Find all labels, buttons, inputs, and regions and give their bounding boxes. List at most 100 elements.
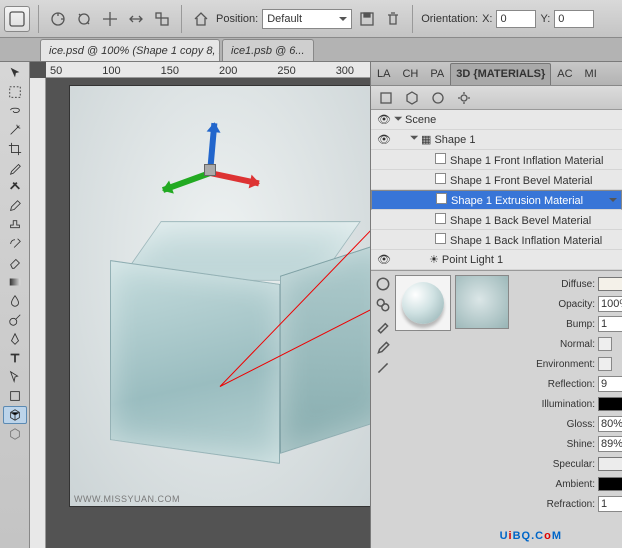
doc-tab-1[interactable]: ice.psd @ 100% (Shape 1 copy 8, RGB/8) *…: [40, 39, 220, 61]
shape-tool[interactable]: [3, 387, 27, 405]
material-preview[interactable]: [395, 275, 451, 331]
document-tabs: ice.psd @ 100% (Shape 1 copy 8, RGB/8) *…: [0, 38, 622, 62]
diffuse-swatch[interactable]: [598, 277, 622, 291]
refraction-label: Refraction:: [517, 499, 595, 510]
brush-tool[interactable]: [3, 197, 27, 215]
orientation-label: Orientation:: [421, 13, 478, 25]
reflection-field[interactable]: 9: [598, 376, 622, 392]
object-rotate-icon[interactable]: [47, 8, 69, 30]
panel-tab-mini[interactable]: MI: [579, 63, 603, 85]
scene-front-bevel[interactable]: Shape 1 Front Bevel Material: [371, 170, 622, 190]
filter-mesh-icon[interactable]: [401, 87, 423, 109]
texture-thumb[interactable]: [455, 275, 509, 329]
ambient-label: Ambient:: [517, 479, 595, 490]
orientation-x-field[interactable]: 0: [496, 10, 536, 28]
eyedropper-tool[interactable]: [3, 159, 27, 177]
sphere-icon[interactable]: [373, 275, 393, 293]
panel-toolbar: [371, 86, 622, 110]
bump-label: Bump:: [517, 319, 595, 330]
delete-preset-icon[interactable]: [382, 8, 404, 30]
scene-front-inflation[interactable]: Shape 1 Front Inflation Material: [371, 150, 622, 170]
canvas[interactable]: WWW.MISSYUAN.COM: [46, 78, 370, 548]
ruler-horizontal: 50100150200250300350400450500: [46, 62, 370, 78]
object-scale-icon[interactable]: [151, 8, 173, 30]
opacity-label: Opacity:: [517, 299, 595, 310]
dodge-tool[interactable]: [3, 311, 27, 329]
stamp-tool[interactable]: [3, 216, 27, 234]
eye-icon[interactable]: 👁: [373, 133, 395, 146]
normal-menu[interactable]: [598, 337, 612, 351]
document[interactable]: WWW.MISSYUAN.COM: [70, 86, 370, 506]
panel-tab-actions[interactable]: AC: [551, 63, 578, 85]
save-preset-icon[interactable]: [356, 8, 378, 30]
scene-back-bevel[interactable]: Shape 1 Back Bevel Material: [371, 210, 622, 230]
site-logo: UiBQ.CoM: [500, 523, 562, 544]
watermark-text: WWW.MISSYUAN.COM: [74, 494, 180, 504]
app-home-button[interactable]: [4, 6, 30, 32]
lasso-tool[interactable]: [3, 102, 27, 120]
gizmo-x-axis[interactable]: [209, 170, 259, 186]
panel-tab-layers[interactable]: LA: [371, 63, 396, 85]
move-tool[interactable]: [3, 64, 27, 82]
filter-scene-icon[interactable]: [375, 87, 397, 109]
gloss-field[interactable]: 80%: [598, 416, 622, 432]
object-roll-icon[interactable]: [73, 8, 95, 30]
illumination-swatch[interactable]: [598, 397, 622, 411]
crop-tool[interactable]: [3, 140, 27, 158]
object-pan-icon[interactable]: [99, 8, 121, 30]
filter-material-icon[interactable]: [427, 87, 449, 109]
wand2-icon[interactable]: [373, 359, 393, 377]
toolbox: [0, 62, 30, 548]
pen-tool[interactable]: [3, 330, 27, 348]
wand-tool[interactable]: [3, 121, 27, 139]
specular-swatch[interactable]: [598, 457, 622, 471]
paint-icon[interactable]: [373, 317, 393, 335]
eraser-tool[interactable]: [3, 254, 27, 272]
options-bar: Position: Default Orientation: X: 0 Y: 0: [0, 0, 622, 38]
panel-tab-3d-materials[interactable]: 3D {MATERIALS}: [450, 63, 551, 85]
position-label: Position:: [216, 13, 258, 25]
material-properties: Diffuse: Opacity:100%▸ Bump:1▸ Normal: E…: [371, 271, 622, 548]
orientation-y-field[interactable]: 0: [554, 10, 594, 28]
scene-shape1[interactable]: 👁 ▦ Shape 1: [371, 130, 622, 150]
heal-tool[interactable]: [3, 178, 27, 196]
panels: LA CH PA 3D {MATERIALS} AC MI 👁 Scene 👁 …: [370, 62, 622, 548]
bump-field[interactable]: 1: [598, 316, 622, 332]
doc-tab-2[interactable]: ice1.psb @ 6...: [222, 39, 314, 61]
panel-tab-paths[interactable]: PA: [424, 63, 450, 85]
3d-camera-tool[interactable]: [3, 425, 27, 443]
eye-icon[interactable]: 👁: [373, 113, 395, 126]
filter-light-icon[interactable]: [453, 87, 475, 109]
spheres-icon[interactable]: [373, 296, 393, 314]
gloss-label: Gloss:: [517, 419, 595, 430]
type-tool[interactable]: [3, 349, 27, 367]
3d-gizmo[interactable]: [170, 126, 260, 216]
environment-menu[interactable]: [598, 357, 612, 371]
eyedrop-icon[interactable]: [373, 338, 393, 356]
ambient-swatch[interactable]: [598, 477, 622, 491]
history-brush-tool[interactable]: [3, 235, 27, 253]
opacity-field[interactable]: 100%: [598, 296, 622, 312]
object-slide-icon[interactable]: [125, 8, 147, 30]
marquee-tool[interactable]: [3, 83, 27, 101]
path-tool[interactable]: [3, 368, 27, 386]
scene-back-inflation[interactable]: Shape 1 Back Inflation Material: [371, 230, 622, 250]
environment-label: Environment:: [517, 359, 595, 370]
panel-tab-channels[interactable]: CH: [396, 63, 424, 85]
refraction-field[interactable]: 1: [598, 496, 622, 512]
illumination-label: Illumination:: [517, 399, 595, 410]
eye-icon[interactable]: 👁: [373, 253, 395, 266]
scene-tree: 👁 Scene 👁 ▦ Shape 1 Shape 1 Front Inflat…: [371, 110, 622, 271]
gradient-tool[interactable]: [3, 273, 27, 291]
3d-tool[interactable]: [3, 406, 27, 424]
shine-field[interactable]: 89%: [598, 436, 622, 452]
ice-cube-shape[interactable]: [110, 226, 350, 456]
scene-root[interactable]: 👁 Scene: [371, 110, 622, 130]
scene-light[interactable]: 👁 ☀ Point Light 1: [371, 250, 622, 270]
blur-tool[interactable]: [3, 292, 27, 310]
home-icon[interactable]: [190, 8, 212, 30]
scene-extrusion[interactable]: Shape 1 Extrusion Material: [371, 190, 622, 210]
prop-icons: [373, 275, 393, 544]
position-select[interactable]: Default: [262, 9, 352, 29]
gizmo-origin[interactable]: [204, 164, 216, 176]
